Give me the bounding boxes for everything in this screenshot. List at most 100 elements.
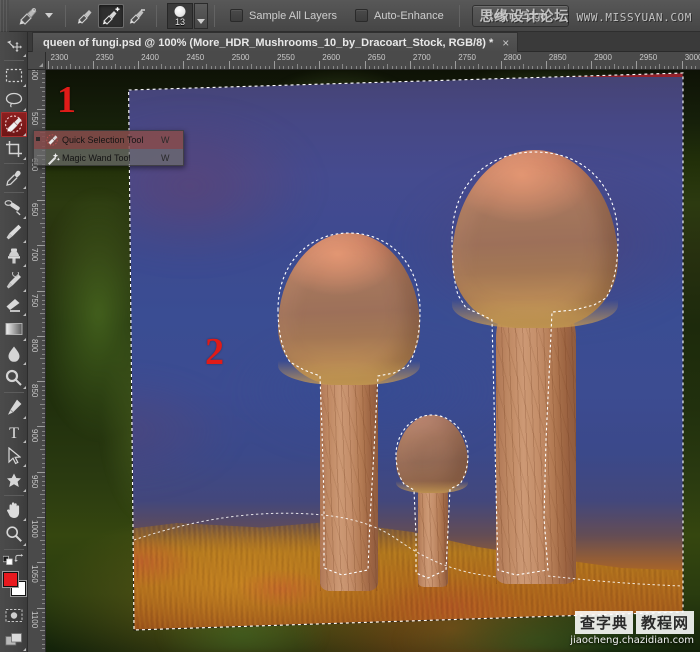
ruler-minor-tick bbox=[42, 544, 45, 546]
brush-preview[interactable]: 13 bbox=[167, 2, 193, 29]
ruler-minor-tick bbox=[269, 66, 271, 69]
sidebar-item-hand-tool[interactable] bbox=[1, 498, 27, 522]
divider bbox=[214, 4, 215, 27]
options-bar-grip[interactable] bbox=[0, 0, 9, 32]
ruler-minor-tick bbox=[42, 580, 45, 582]
ruler-minor-tick bbox=[42, 444, 45, 446]
tool-flyout-corner bbox=[22, 488, 26, 492]
ruler-major-tick bbox=[92, 61, 94, 69]
subtract-from-selection-button[interactable] bbox=[124, 4, 150, 28]
ruler-minor-tick bbox=[42, 213, 45, 215]
ruler-minor-tick bbox=[42, 231, 45, 233]
document-tab-bar: queen of fungi.psd @ 100% (More_HDR_Mush… bbox=[28, 32, 700, 52]
ruler-minor-tick bbox=[196, 66, 198, 69]
ruler-minor-tick bbox=[42, 362, 45, 364]
watermark-top-cn: 思缘设计论坛 bbox=[479, 9, 570, 25]
ruler-minor-tick bbox=[459, 66, 461, 69]
ruler-minor-tick bbox=[283, 66, 285, 69]
sidebar-item-eyedropper-tool[interactable] bbox=[1, 166, 27, 190]
sidebar-item-lasso-tool[interactable] bbox=[1, 88, 27, 112]
ruler-corner[interactable] bbox=[28, 52, 46, 70]
ruler-minor-tick bbox=[42, 634, 45, 636]
ruler-minor-tick bbox=[42, 643, 45, 645]
ruler-minor-tick bbox=[124, 66, 126, 69]
ruler-minor-tick bbox=[42, 285, 45, 287]
annotation-number-2: 2 bbox=[205, 331, 224, 373]
ruler-major-tick bbox=[37, 517, 45, 518]
sidebar-item-clone-stamp-tool[interactable] bbox=[1, 244, 27, 268]
ruler-label: 2650 bbox=[367, 53, 386, 62]
ruler-minor-tick bbox=[42, 485, 45, 487]
horizontal-ruler[interactable]: 2300 2350 2400 2450 2500 2550 2600 2650 2700 2750… bbox=[46, 52, 700, 70]
ruler-major-tick bbox=[37, 607, 45, 609]
chevron-down-icon[interactable] bbox=[45, 13, 53, 18]
menu-item-magic-wand-tool[interactable]: Magic Wand Tool W bbox=[34, 149, 183, 167]
ruler-minor-tick bbox=[42, 172, 45, 174]
ruler-minor-tick bbox=[264, 66, 266, 69]
sidebar-item-dodge-tool[interactable] bbox=[1, 366, 27, 390]
tool-flyout-corner bbox=[22, 215, 26, 219]
color-swatches[interactable] bbox=[1, 570, 27, 599]
auto-enhance-checkbox[interactable]: Auto-Enhance bbox=[346, 9, 453, 22]
ruler-minor-tick bbox=[192, 66, 194, 69]
divider bbox=[156, 4, 157, 27]
selected-marker bbox=[36, 137, 40, 141]
ruler-minor-tick bbox=[42, 218, 45, 220]
tool-flyout-corner bbox=[22, 240, 26, 243]
menu-item-label: Quick Selection Tool bbox=[62, 135, 144, 145]
ruler-minor-tick bbox=[115, 64, 117, 69]
checkbox-box[interactable] bbox=[355, 9, 369, 22]
menu-item-quick-selection-tool[interactable]: Quick Selection Tool W bbox=[34, 131, 183, 149]
quick-mask-toggle[interactable] bbox=[1, 603, 27, 627]
tool-preset-picker[interactable] bbox=[9, 0, 59, 32]
ruler-label: 550 bbox=[30, 112, 39, 126]
sidebar-item-crop-tool[interactable] bbox=[1, 137, 27, 161]
sidebar-item-type-tool[interactable]: T bbox=[1, 420, 27, 444]
tool-flyout-corner bbox=[22, 264, 26, 268]
sidebar-item-rectangular-marquee-tool[interactable] bbox=[1, 63, 27, 87]
sidebar-item-custom-shape-tool[interactable] bbox=[1, 468, 27, 492]
ruler-label: 2750 bbox=[458, 53, 476, 62]
lasso-icon bbox=[5, 92, 22, 108]
sidebar-item-quick-selection-tool[interactable] bbox=[0, 112, 27, 137]
ruler-minor-tick bbox=[42, 353, 45, 355]
sidebar-item-path-selection-tool[interactable] bbox=[1, 444, 27, 468]
eyedropper-icon bbox=[5, 170, 21, 186]
ruler-minor-tick bbox=[42, 639, 45, 641]
ruler-minor-tick bbox=[523, 64, 525, 69]
ruler-minor-tick bbox=[287, 66, 289, 69]
screen-mode-button[interactable] bbox=[1, 628, 27, 652]
brush-options-dropdown[interactable] bbox=[194, 2, 208, 29]
sidebar-item-pen-tool[interactable] bbox=[1, 395, 27, 419]
sidebar-item-blur-tool[interactable] bbox=[1, 342, 27, 366]
ruler-label: 2350 bbox=[95, 53, 114, 62]
ruler-minor-tick bbox=[314, 66, 316, 69]
sidebar-item-gradient-tool[interactable] bbox=[1, 317, 27, 341]
ruler-minor-tick bbox=[355, 66, 357, 69]
close-icon[interactable]: × bbox=[502, 37, 509, 49]
ruler-minor-tick bbox=[42, 557, 45, 559]
checkbox-box[interactable] bbox=[230, 9, 243, 22]
tool-flyout-menu[interactable]: Quick Selection Tool W Magic Wand Tool W bbox=[33, 130, 184, 166]
sidebar-item-spot-healing-brush-tool[interactable] bbox=[1, 195, 27, 219]
ruler-major-tick bbox=[545, 61, 547, 69]
sidebar-item-zoom-tool[interactable] bbox=[1, 522, 27, 546]
sidebar-item-history-brush-tool[interactable] bbox=[1, 268, 27, 292]
ruler-minor-tick bbox=[369, 66, 371, 69]
blur-drop-icon bbox=[8, 346, 19, 362]
sidebar-item-move-tool[interactable] bbox=[1, 34, 27, 58]
add-to-selection-button[interactable] bbox=[98, 3, 124, 28]
ruler-major-tick bbox=[183, 61, 185, 69]
divider bbox=[65, 4, 66, 27]
sidebar-item-brush-tool[interactable] bbox=[1, 220, 27, 244]
sidebar-item-eraser-tool[interactable] bbox=[1, 293, 27, 317]
new-selection-button[interactable] bbox=[72, 4, 98, 28]
foreground-color-swatch[interactable] bbox=[2, 572, 18, 588]
sample-all-layers-checkbox[interactable]: Sample All Layers bbox=[221, 9, 346, 22]
tool-flyout-corner bbox=[22, 386, 26, 390]
ruler-minor-tick bbox=[42, 589, 45, 591]
document-tab[interactable]: queen of fungi.psd @ 100% (More_HDR_Mush… bbox=[32, 32, 519, 52]
brush-size-control[interactable]: 13 bbox=[167, 2, 208, 29]
ruler-minor-tick bbox=[613, 64, 615, 69]
ruler-minor-tick bbox=[151, 66, 153, 69]
